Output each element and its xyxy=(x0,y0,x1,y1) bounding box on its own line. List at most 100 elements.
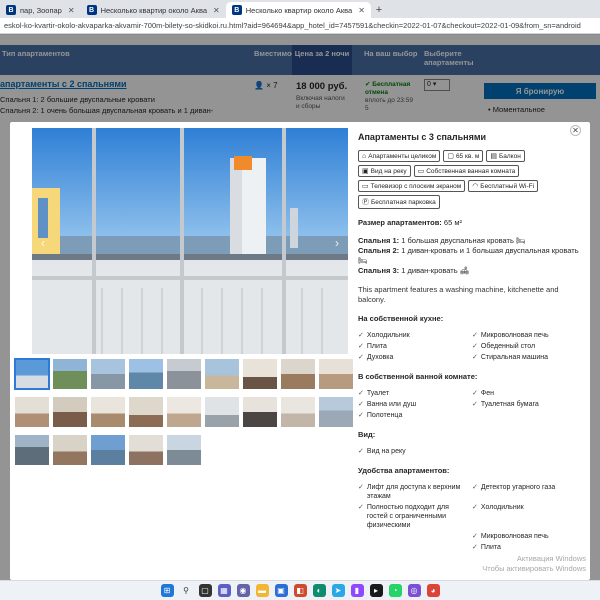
bath-icon: ▭ xyxy=(417,168,425,175)
site-favicon: B xyxy=(6,5,16,15)
balcony-icon: ▤ xyxy=(490,153,497,160)
photo-thumbnail[interactable] xyxy=(90,434,126,466)
photo-thumbnail[interactable] xyxy=(166,358,202,390)
telegram-icon[interactable]: ➤ xyxy=(331,584,345,597)
main-photo[interactable]: ‹ › xyxy=(32,128,348,354)
url-text: eskol-ko-kvartir-okolo-akvaparka-akvamir… xyxy=(4,21,581,30)
check-icon: ✓ xyxy=(472,533,478,540)
photo-thumbnail[interactable] xyxy=(318,358,354,390)
home-icon: ⌂ xyxy=(362,152,367,160)
amenity-item: ✓ Плита xyxy=(358,343,387,350)
chip-free-wifi: ◠ Бесплатный Wi-Fi xyxy=(468,180,539,192)
photo-thumbnail[interactable] xyxy=(318,396,354,428)
task-view-icon[interactable]: ▢ xyxy=(198,584,212,597)
chip-river-view: ▣ Вид на реку xyxy=(358,165,411,177)
photo-thumbnail[interactable] xyxy=(280,358,316,390)
bathroom-section-title: В собственной ванной комнате: xyxy=(358,372,478,381)
photo-thumbnail[interactable] xyxy=(128,358,164,390)
close-tab-icon[interactable]: ✕ xyxy=(68,6,75,15)
photo-thumbnail[interactable] xyxy=(242,358,278,390)
search-icon[interactable]: ⚲ xyxy=(180,584,193,597)
photo-thumbnail[interactable] xyxy=(14,396,50,428)
photo-thumbnail[interactable] xyxy=(166,396,202,428)
check-icon: ✓ xyxy=(472,390,478,397)
browser-tab-bar: B пар, Зоопар ✕ B Несколько квартир окол… xyxy=(0,0,600,18)
check-icon: ✓ xyxy=(472,343,478,350)
amenity-item: ✓ Холодильник xyxy=(358,332,410,339)
photo-thumbnail[interactable] xyxy=(90,358,126,390)
address-bar[interactable]: eskol-ko-kvartir-okolo-akvaparka-akvamir… xyxy=(0,18,600,34)
amenity-item: ✓ Полотенца xyxy=(358,412,403,419)
photo-thumbnail[interactable] xyxy=(128,434,164,466)
room-feature-chips: ⌂ Апартаменты целиком ▢ 65 кв. м ▤ Балкон ▣… xyxy=(358,150,580,209)
file-explorer-icon[interactable]: ▬ xyxy=(255,584,269,597)
tab-title: пар, Зоопар xyxy=(20,5,62,15)
photo-thumbnail[interactable] xyxy=(52,396,88,428)
amenity-item: ✓ Стиральная машина xyxy=(472,354,549,361)
twitch-icon[interactable]: ▮ xyxy=(350,584,364,597)
photo-thumbnail[interactable] xyxy=(128,396,164,428)
amenity-item: ✓ Туалетная бумага xyxy=(472,401,539,408)
check-icon: ✓ xyxy=(472,484,478,491)
widgets-icon[interactable]: ▦ xyxy=(217,584,231,597)
amenity-item: ✓ Полностью подходит для гостей с огранич… xyxy=(358,504,449,529)
apartment-amenities-title: Удобства апартаментов: xyxy=(358,466,450,475)
amenity-item: ✓ Фен xyxy=(472,390,494,397)
start-icon[interactable]: ⊞ xyxy=(160,584,174,597)
amenity-item: ✓ Микроволновая печь xyxy=(472,533,549,540)
close-tab-icon[interactable]: ✕ xyxy=(213,6,220,15)
apartment-size: Размер апартаментов: 65 м² xyxy=(358,218,462,227)
booking-favicon: B xyxy=(231,5,242,15)
photo-thumbnail[interactable] xyxy=(14,434,50,466)
photo-thumbnail[interactable] xyxy=(280,396,316,428)
terminal-icon[interactable]: ▸ xyxy=(369,584,383,597)
check-icon: ✓ xyxy=(358,390,364,397)
chip-private-bathroom: ▭ Собственная ванная комната xyxy=(413,165,520,177)
chrome-icon[interactable]: ◕ xyxy=(426,584,440,597)
sofa-bed-icon: 🛋 xyxy=(459,266,470,275)
photo-thumbnail[interactable] xyxy=(166,434,202,466)
amenity-item xyxy=(358,543,466,552)
check-icon: ✓ xyxy=(472,504,478,511)
amenity-item: ✓ Детектор угарного газа xyxy=(472,483,580,501)
check-icon: ✓ xyxy=(472,332,478,339)
photo-thumbnail[interactable] xyxy=(204,358,240,390)
photo-thumbnail[interactable] xyxy=(52,434,88,466)
amenity-item: ✓ Обеденный стол xyxy=(472,343,536,350)
check-icon: ✓ xyxy=(472,401,478,408)
tv-icon: ▭ xyxy=(362,183,369,190)
kitchen-amenities: ✓ Холодильник ✓ Микроволновая печь ✓ Плита … xyxy=(358,331,580,362)
photo-thumbnail[interactable] xyxy=(242,396,278,428)
office-icon[interactable]: ◧ xyxy=(293,584,307,597)
photo-thumbnail[interactable] xyxy=(14,358,50,390)
check-icon: ✓ xyxy=(358,448,364,455)
amenity-item: ✓ Плита xyxy=(472,544,501,551)
browser-tab-2[interactable]: B Несколько квартир около Аква ✕ xyxy=(81,2,226,18)
browser-tab-3[interactable]: B Несколько квартир около Аква ✕ xyxy=(225,2,371,18)
close-tab-icon[interactable]: ✕ xyxy=(358,6,365,15)
store-icon[interactable]: ▣ xyxy=(274,584,288,597)
whatsapp-icon[interactable]: ◔ xyxy=(388,584,402,597)
view-section-title: Вид: xyxy=(358,430,376,439)
booking-favicon: B xyxy=(86,5,97,15)
amenity-item xyxy=(358,532,466,541)
new-tab-button[interactable]: + xyxy=(371,2,387,18)
amenity-item: ✓ Духовка xyxy=(358,354,394,361)
chat-icon[interactable]: ◉ xyxy=(236,584,250,597)
double-bed-icon: 🛏 xyxy=(515,236,526,245)
bedroom-list: Спальня 1: 1 большая двуспальная кровать… xyxy=(358,236,580,276)
photo-thumbnail[interactable] xyxy=(90,396,126,428)
previous-photo-icon[interactable]: ‹ xyxy=(36,236,50,250)
amenity-item: ✓ Ванна или душ xyxy=(358,401,417,408)
viber-icon[interactable]: ◎ xyxy=(407,584,421,597)
photo-thumbnail[interactable] xyxy=(204,396,240,428)
view-amenities: ✓ Вид на реку xyxy=(358,447,580,456)
bathroom-amenities: ✓ Туалет ✓ Фен ✓ Ванна или душ ✓ Туалетная б… xyxy=(358,389,580,420)
browser-tab-1[interactable]: B пар, Зоопар ✕ xyxy=(0,2,81,18)
parking-icon: Ⓟ xyxy=(362,199,369,206)
next-photo-icon[interactable]: › xyxy=(330,236,344,250)
photo-thumbnail[interactable] xyxy=(52,358,88,390)
edge-icon[interactable]: ◐ xyxy=(312,584,326,597)
chip-balcony: ▤ Балкон xyxy=(486,150,525,162)
view-icon: ▣ xyxy=(362,168,369,175)
